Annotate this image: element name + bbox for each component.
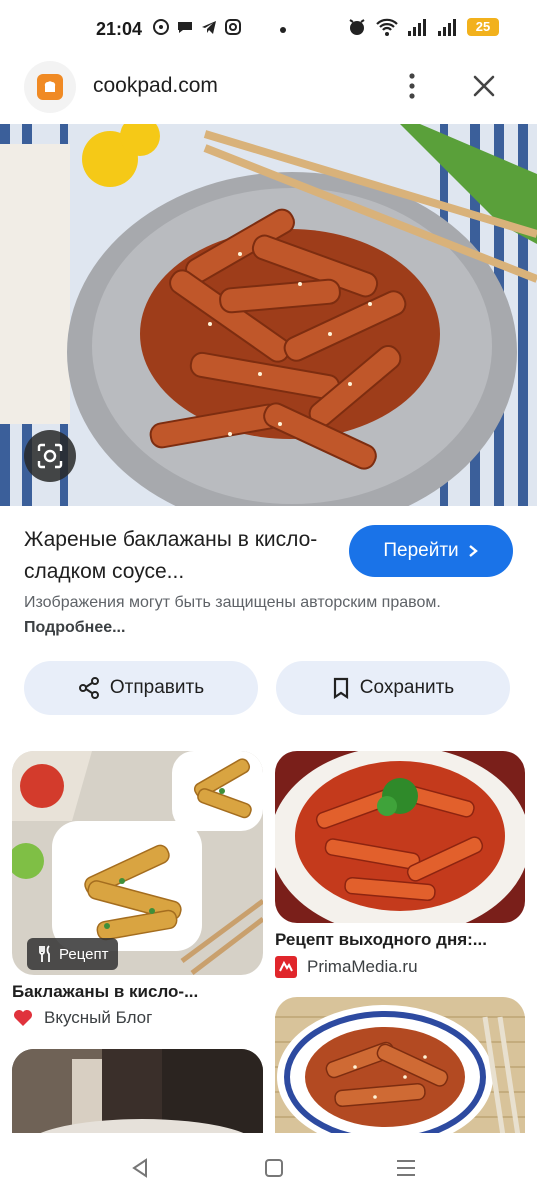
recipe-badge-label: Рецепт xyxy=(59,945,109,963)
preview-title[interactable]: Жареные баклажаны в кисло-сладком соусе.… xyxy=(24,524,334,588)
lens-icon xyxy=(37,443,63,469)
home-icon[interactable] xyxy=(262,1156,286,1180)
food-photo xyxy=(0,124,537,506)
main-image[interactable] xyxy=(0,124,537,506)
back-icon[interactable] xyxy=(128,1156,152,1180)
related-title-1[interactable]: Баклажаны в кисло-... xyxy=(12,982,198,1002)
cookpad-logo-icon xyxy=(37,74,63,100)
url-bar xyxy=(0,48,537,124)
share-icon xyxy=(78,677,99,699)
notification-icons xyxy=(152,18,242,36)
recents-icon[interactable] xyxy=(394,1156,418,1180)
recipe-badge: Рецепт xyxy=(27,938,119,970)
more-options-icon[interactable] xyxy=(402,70,422,102)
related-source-1[interactable]: Вкусный Блог xyxy=(12,1008,152,1028)
status-time: 21:04 xyxy=(96,19,143,39)
chat-icon xyxy=(178,22,192,33)
go-button[interactable]: Перейти xyxy=(349,525,513,577)
bookmark-icon xyxy=(333,677,348,699)
copyright-notice: Изображения могут быть защищены авторски… xyxy=(24,590,494,640)
notification-dot xyxy=(280,27,286,33)
status-bar: 21:04 25 xyxy=(0,0,537,48)
chevron-right-icon xyxy=(468,545,478,557)
related-source-1-label: Вкусный Блог xyxy=(44,1008,153,1027)
related-image-2[interactable] xyxy=(275,751,525,923)
related-photo-4 xyxy=(275,997,525,1149)
more-link[interactable]: Подробнее... xyxy=(24,619,125,636)
telegram-icon xyxy=(202,21,216,34)
battery-level: 25 xyxy=(475,19,491,34)
related-image-4[interactable] xyxy=(275,997,525,1149)
system-icons: 25 xyxy=(347,17,499,37)
lens-search-button[interactable] xyxy=(24,430,76,482)
send-button[interactable]: Отправить xyxy=(24,661,258,715)
related-source-2[interactable]: PrimaMedia.ru xyxy=(275,956,418,978)
heart-icon xyxy=(14,1010,32,1026)
copyright-text: Изображения могут быть защищены авторски… xyxy=(24,594,441,611)
save-label: Сохранить xyxy=(359,677,455,698)
instagram-icon xyxy=(225,19,241,35)
site-domain[interactable]: cookpad.com xyxy=(93,74,218,98)
related-title-2[interactable]: Рецепт выходного дня:... xyxy=(275,930,487,950)
primamedia-logo-icon xyxy=(275,956,297,978)
send-label: Отправить xyxy=(109,677,205,698)
signal-icon xyxy=(408,19,426,36)
signal-icon-2 xyxy=(438,19,456,36)
alarm-icon xyxy=(349,19,365,35)
cutlery-icon xyxy=(39,945,50,962)
close-icon[interactable] xyxy=(468,70,500,102)
related-source-2-label: PrimaMedia.ru xyxy=(307,957,418,976)
wifi-icon xyxy=(376,18,398,36)
site-favicon[interactable] xyxy=(24,61,76,113)
go-button-label: Перейти xyxy=(383,540,459,561)
related-photo-2 xyxy=(275,751,525,923)
save-button[interactable]: Сохранить xyxy=(276,661,510,715)
viber-icon xyxy=(153,19,169,35)
battery-icon: 25 xyxy=(467,18,499,36)
